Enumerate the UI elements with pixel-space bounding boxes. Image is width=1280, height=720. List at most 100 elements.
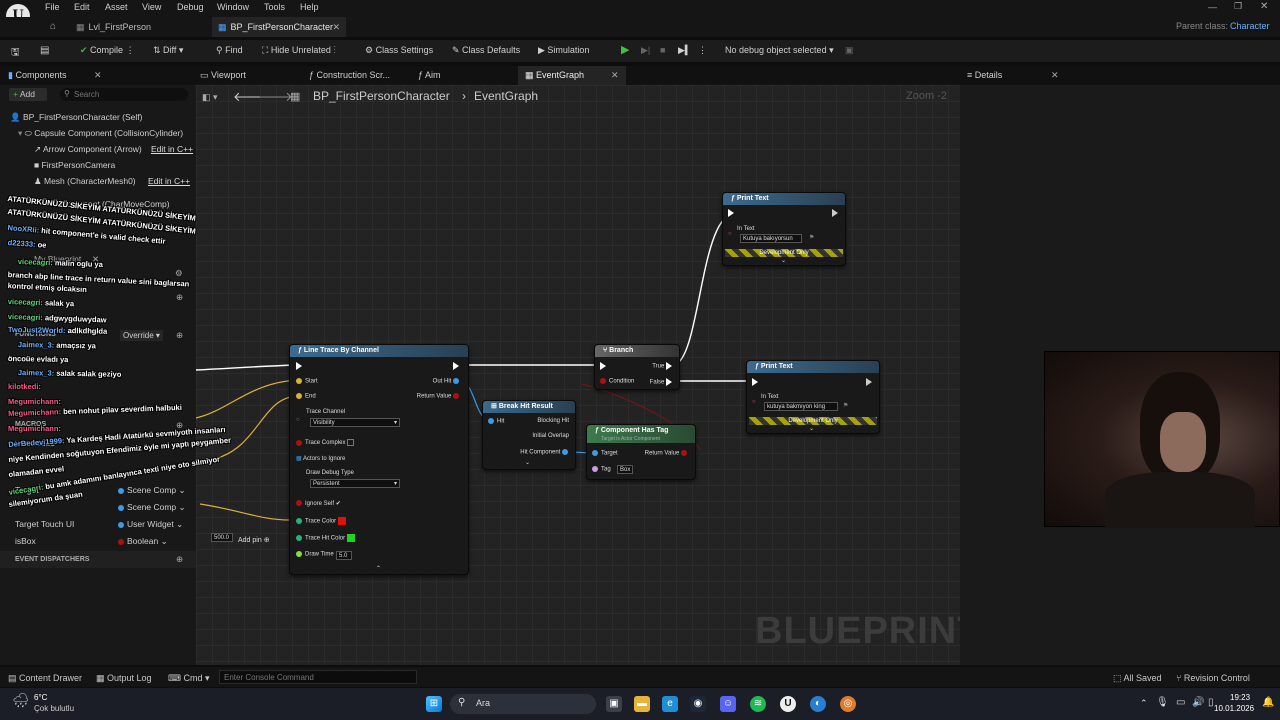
blocking-hit-pin[interactable]: Blocking Hit	[537, 418, 569, 424]
close-details-icon[interactable]: ✕	[1051, 70, 1059, 81]
battery-icon[interactable]: ▯	[1208, 697, 1214, 708]
menu-edit[interactable]: Edit	[74, 2, 90, 12]
tag-pin[interactable]: Tag	[592, 466, 611, 473]
line-trace-node[interactable]: ƒ Line Trace By Channel Start Out Hit En…	[289, 344, 469, 575]
tab-blueprint[interactable]: ▦ BP_FirstPersonCharacter ✕	[212, 17, 346, 37]
print-text-node-false[interactable]: ƒ Print Text In Text ○ kutuya bakmıyon k…	[746, 360, 880, 434]
localize-flag-icon[interactable]: ⚑	[843, 402, 848, 409]
revision-control-button[interactable]: ⑂ Revision Control	[1176, 673, 1250, 683]
blender-icon[interactable]: ◎	[840, 696, 856, 712]
var-target-type-2[interactable]: Scene Comp ⌄	[118, 502, 186, 513]
find-button[interactable]: ⚲ Find	[216, 45, 243, 56]
green-swatch-icon[interactable]	[346, 534, 355, 542]
add-component-button[interactable]: + Add	[9, 88, 47, 101]
debug-object-select[interactable]: No debug object selected ▾	[725, 45, 834, 56]
menu-tools[interactable]: Tools	[264, 2, 285, 12]
debug-filter-icon[interactable]: ▣	[845, 45, 854, 56]
tab-viewport[interactable]: ▭ Viewport	[200, 70, 246, 81]
end-pin[interactable]: End	[296, 393, 316, 400]
tab-level[interactable]: ▦ Lvl_FirstPerson	[70, 17, 210, 37]
app-icon[interactable]: ◐	[810, 696, 826, 712]
steam-icon[interactable]: ◉	[690, 696, 706, 712]
breadcrumb-bp[interactable]: BP_FirstPersonCharacter	[313, 89, 450, 103]
add-function-icon[interactable]: ⊕	[176, 330, 183, 341]
add-graph-icon[interactable]: ⊕	[176, 292, 183, 303]
tree-item-capsule[interactable]: ▾ ⬭ Capsule Component (CollisionCylinder…	[18, 128, 183, 139]
menu-file[interactable]: File	[45, 2, 60, 12]
target-pin[interactable]: Target	[592, 450, 618, 457]
tab-eventgraph[interactable]: ▦ EventGraph	[525, 70, 584, 81]
settings-gear-icon[interactable]: ⚙	[175, 268, 183, 279]
var-isbox-type[interactable]: Boolean ⌄	[118, 536, 168, 547]
close-tab-icon[interactable]: ✕	[332, 17, 340, 37]
hide-unrelated-button[interactable]: ⛶ Hide Unrelated ⋮	[262, 45, 336, 56]
exec-in-pin[interactable]	[600, 362, 609, 370]
expand-chevron-icon[interactable]: ⌄	[525, 459, 530, 466]
edit-mesh-cpp-link[interactable]: Edit in C++	[148, 176, 190, 186]
in-text-field[interactable]: Kutuya bakıyorsun	[740, 234, 802, 243]
graph-options-icon[interactable]: ◧ ▾	[202, 92, 218, 103]
task-view-icon[interactable]: ▣	[606, 696, 622, 712]
menu-debug[interactable]: Debug	[177, 2, 204, 12]
add-dispatcher-icon[interactable]: ⊕	[176, 554, 183, 565]
home-icon[interactable]: ⌂	[50, 21, 56, 32]
network-icon[interactable]: ▭	[1176, 697, 1185, 708]
edit-arrow-cpp-link[interactable]: Edit in C++	[151, 144, 193, 154]
components-search-input[interactable]	[74, 88, 184, 101]
tab-construction[interactable]: ƒ Construction Scr...	[309, 70, 390, 80]
spotify-icon[interactable]: ≋	[750, 696, 766, 712]
localize-flag-icon[interactable]: ⚑	[809, 234, 814, 241]
menu-window[interactable]: Window	[217, 2, 249, 12]
exec-out-pin[interactable]	[866, 378, 875, 386]
trace-hit-color-pin[interactable]: Trace Hit Color	[296, 534, 355, 542]
tag-field[interactable]: Box	[617, 465, 633, 474]
cmd-dropdown[interactable]: ⌨ Cmd ▾	[168, 673, 210, 684]
expand-chevron-icon[interactable]: ⌄	[781, 257, 786, 264]
windows-start-icon[interactable]: ⊞	[426, 696, 442, 712]
play-icon[interactable]: ▶	[621, 43, 629, 56]
trace-color-pin[interactable]: Trace Color	[296, 517, 346, 525]
draw-time-field[interactable]: 5.0	[336, 551, 352, 560]
override-dropdown[interactable]: Override ▾	[120, 330, 163, 341]
false-pin[interactable]: False	[650, 378, 675, 386]
draw-time-pin[interactable]: Draw Time	[296, 551, 334, 558]
volume-icon[interactable]: 🔊	[1192, 697, 1204, 708]
components-search-field[interactable]: ⚲	[60, 88, 188, 101]
menu-help[interactable]: Help	[300, 2, 319, 12]
content-drawer-button[interactable]: ▤ Content Drawer	[8, 673, 82, 684]
weather-icon[interactable]: 🌧	[12, 692, 30, 709]
class-settings-button[interactable]: ⚙ Class Settings	[365, 45, 433, 56]
tree-item-mesh[interactable]: ♟ Mesh (CharacterMesh0)	[34, 176, 136, 187]
output-log-button[interactable]: ▦ Output Log	[96, 673, 152, 684]
event-dispatchers-header[interactable]: EVENT DISPATCHERS	[15, 556, 89, 563]
return-value-pin[interactable]: Return Value	[645, 450, 690, 457]
var-target-type[interactable]: Scene Comp ⌄	[118, 485, 186, 496]
save-icon[interactable]: 🖫	[11, 45, 20, 62]
ignore-self-pin[interactable]: Ignore Self ✔	[296, 500, 341, 507]
branch-node[interactable]: ⑂ Branch Condition True False	[594, 344, 680, 390]
checkbox-icon[interactable]	[347, 439, 355, 446]
draw-debug-dropdown[interactable]: Persistent ▾	[310, 479, 400, 488]
tree-item-camera[interactable]: ■ FirstPersonCamera	[34, 160, 115, 170]
breadcrumb-graph[interactable]: EventGraph	[474, 89, 538, 103]
out-hit-pin[interactable]: Out Hit	[433, 378, 462, 385]
menu-asset[interactable]: Asset	[105, 2, 128, 12]
discord-icon[interactable]: ☺	[720, 696, 736, 712]
close-eventgraph-icon[interactable]: ✕	[611, 70, 619, 81]
expand-chevron-icon[interactable]: ⌄	[809, 425, 814, 432]
tab-details[interactable]: ≡ Details	[967, 70, 1002, 80]
red-swatch-icon[interactable]	[337, 517, 346, 525]
in-text-field[interactable]: kutuya bakmıyon king	[764, 402, 838, 411]
enum-pin-icon[interactable]: ○	[296, 417, 300, 423]
add-pin-button[interactable]: Add pin ⊕	[238, 536, 270, 544]
tab-aim[interactable]: ƒ Aim	[418, 70, 441, 80]
unreal-taskbar-icon[interactable]: U	[780, 696, 796, 712]
hit-component-pin[interactable]: Hit Component	[520, 449, 571, 456]
float-value-field[interactable]: 500.0	[211, 533, 233, 542]
microphone-icon[interactable]: 🎙	[1156, 697, 1169, 708]
close-components-icon[interactable]: ✕	[94, 70, 102, 81]
initial-overlap-pin[interactable]: Initial Overlap	[532, 433, 569, 439]
condition-pin[interactable]: Condition	[600, 378, 634, 385]
text-pin-icon[interactable]: ○	[752, 399, 756, 405]
exec-out-pin[interactable]	[832, 209, 841, 217]
